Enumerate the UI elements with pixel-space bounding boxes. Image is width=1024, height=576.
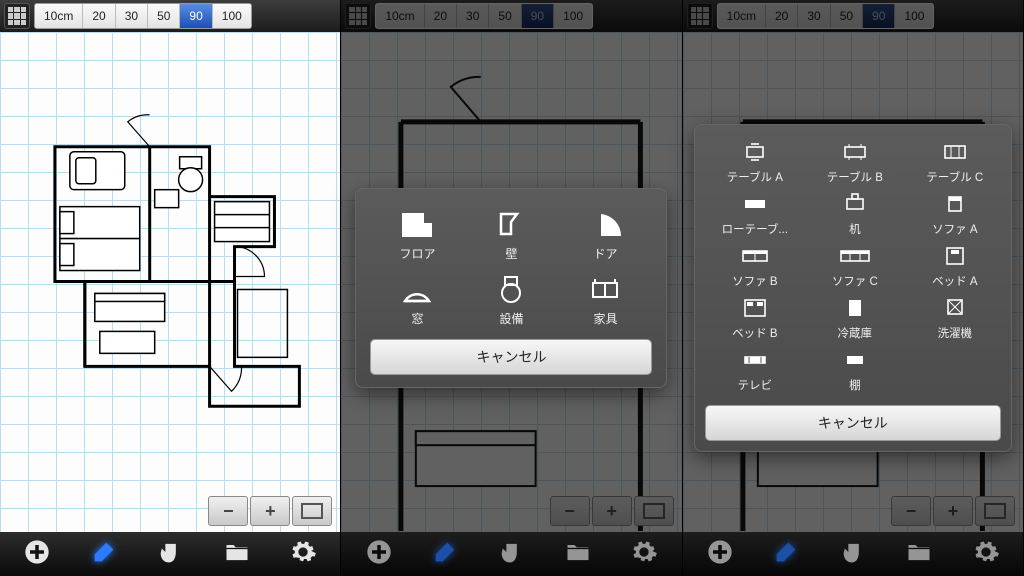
category-grid: フロア 壁 ドア窓 設備 家具 (370, 207, 652, 327)
grid-size-30[interactable]: 30 (116, 4, 148, 28)
furniture-washer[interactable]: 洗濯機 (908, 295, 1002, 341)
cancel-button[interactable]: キャンセル (705, 405, 1001, 441)
pan-icon (156, 538, 184, 571)
bed-b-icon (733, 295, 777, 321)
category-door[interactable]: ドア (558, 207, 652, 262)
folder-icon (223, 538, 251, 571)
low-table-icon (733, 191, 777, 217)
grid-size-10cm[interactable]: 10cm (35, 4, 83, 28)
furniture-sofa-b[interactable]: ソファ B (708, 243, 802, 289)
top-toolbar: 10cm20305090100 (0, 0, 340, 32)
modal-overlay[interactable]: フロア 壁 ドア窓 設備 家具 キャンセル (341, 0, 681, 576)
grid-size-100[interactable]: 100 (213, 4, 251, 28)
furniture-bed-a[interactable]: ベッド A (908, 243, 1002, 289)
furniture-tv[interactable]: テレビ (708, 347, 802, 393)
category-label: 設備 (499, 310, 523, 327)
floor-icon (395, 207, 439, 241)
furniture-fridge[interactable]: 冷蔵庫 (808, 295, 902, 341)
door-icon (583, 207, 627, 241)
screen-category-modal: 10cm20305090100 − + フロア壁ドア窓設備家具 キャンセル (341, 0, 682, 576)
desk-icon (833, 191, 877, 217)
category-furniture[interactable]: 家具 (558, 272, 652, 327)
category-equipment[interactable]: 設備 (464, 272, 558, 327)
category-wall[interactable]: 壁 (464, 207, 558, 262)
furniture-desk[interactable]: 机 (808, 191, 902, 237)
table-b-icon (833, 139, 877, 165)
washer-icon (933, 295, 977, 321)
table-a-icon (733, 139, 777, 165)
equipment-icon (489, 272, 533, 306)
settings-icon (289, 538, 317, 571)
add-icon (23, 538, 51, 571)
add-tool[interactable] (17, 536, 57, 572)
canvas[interactable]: − + (0, 32, 340, 532)
modal-overlay[interactable]: テーブル A テーブル B テーブル C ローテーブ... 机 ソファ A ソファ B ソファ… (683, 0, 1023, 576)
furniture-label: テーブル B (827, 169, 883, 185)
furniture-sofa-a[interactable]: ソファ A (908, 191, 1002, 237)
pan-tool[interactable] (150, 536, 190, 572)
draw-tool[interactable] (84, 536, 124, 572)
floor-plan (0, 32, 340, 531)
furniture-label: ローテーブ... (722, 221, 788, 237)
furniture-label: ベッド B (732, 325, 777, 341)
grid-size-50[interactable]: 50 (148, 4, 180, 28)
grid-size-20[interactable]: 20 (83, 4, 115, 28)
zoom-out-button[interactable]: − (208, 496, 248, 526)
furniture-label: ソファ B (732, 273, 777, 289)
settings-tool[interactable] (283, 536, 323, 572)
zoom-controls: − + (208, 496, 332, 526)
furniture-low-table[interactable]: ローテーブ... (708, 191, 802, 237)
wall-icon (489, 207, 533, 241)
category-modal: フロア 壁 ドア窓 設備 家具 キャンセル (355, 188, 667, 388)
screen-editor: 10cm20305090100 (0, 0, 341, 576)
category-label: 家具 (593, 310, 617, 327)
table-c-icon (933, 139, 977, 165)
furniture-icon (583, 272, 627, 306)
furniture-modal: テーブル A テーブル B テーブル C ローテーブ... 机 ソファ A ソファ B ソファ… (694, 124, 1012, 452)
fridge-icon (833, 295, 877, 321)
grid-toggle-button[interactable] (4, 3, 30, 29)
category-window[interactable]: 窓 (370, 272, 464, 327)
bottom-toolbar (0, 532, 340, 576)
furniture-table-b[interactable]: テーブル B (808, 139, 902, 185)
furniture-table-c[interactable]: テーブル C (908, 139, 1002, 185)
zoom-in-button[interactable]: + (250, 496, 290, 526)
furniture-grid: テーブル A テーブル B テーブル C ローテーブ... 机 ソファ A ソファ B ソファ… (705, 139, 1001, 393)
sofa-b-icon (733, 243, 777, 269)
furniture-shelf[interactable]: 棚 (808, 347, 902, 393)
window-icon (395, 272, 439, 306)
furniture-bed-b[interactable]: ベッド B (708, 295, 802, 341)
cancel-button[interactable]: キャンセル (370, 339, 652, 375)
draw-icon (90, 538, 118, 571)
grid-size-90[interactable]: 90 (180, 4, 212, 28)
furniture-label: テレビ (738, 377, 773, 393)
furniture-label: 机 (849, 221, 861, 237)
furniture-label: テーブル A (727, 169, 783, 185)
grid-size-selector: 10cm20305090100 (34, 3, 252, 29)
furniture-label: ベッド A (932, 273, 977, 289)
sofa-a-icon (933, 191, 977, 217)
furniture-label: 棚 (849, 377, 861, 393)
furniture-table-a[interactable]: テーブル A (708, 139, 802, 185)
zoom-fit-button[interactable] (292, 496, 332, 526)
furniture-label: 洗濯機 (938, 325, 973, 341)
furniture-sofa-c[interactable]: ソファ C (808, 243, 902, 289)
furniture-label: ソファ A (932, 221, 977, 237)
category-label: 窓 (411, 310, 423, 327)
category-floor[interactable]: フロア (370, 207, 464, 262)
category-label: フロア (399, 245, 435, 262)
tv-icon (733, 347, 777, 373)
furniture-label: テーブル C (926, 169, 983, 185)
furniture-label: 冷蔵庫 (838, 325, 873, 341)
bed-a-icon (933, 243, 977, 269)
folder-tool[interactable] (217, 536, 257, 572)
sofa-c-icon (833, 243, 877, 269)
screen-furniture-modal: 10cm20305090100 − + テーブル Aテーブル Bテーブル Cロー… (683, 0, 1024, 576)
category-label: ドア (593, 245, 617, 262)
category-label: 壁 (505, 245, 517, 262)
shelf-icon (833, 347, 877, 373)
furniture-label: ソファ C (832, 273, 878, 289)
